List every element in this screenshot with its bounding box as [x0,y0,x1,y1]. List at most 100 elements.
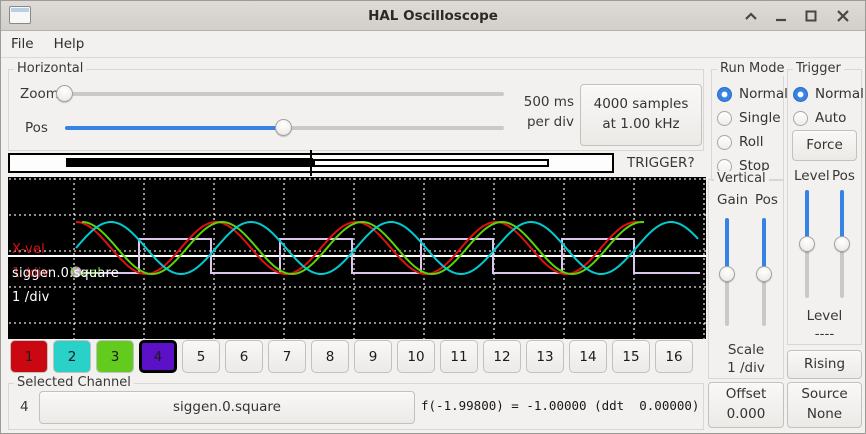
radio-selected-icon [717,87,732,102]
trigger-level-caption: Level [788,308,861,324]
channel-button-15[interactable]: 15 [612,340,650,373]
titlebar: HAL Oscilloscope [1,1,865,31]
maximize-icon [805,10,817,22]
vertical-gain-label: Gain [717,192,748,208]
scope-channel-label-red: X-vel [12,242,45,257]
trigger-auto-label: Auto [815,110,846,126]
trigger-pos-slider[interactable] [833,188,851,300]
vertical-group: Vertical Gain Pos Scale 1 /div [708,179,784,379]
vertical-group-label: Vertical [714,171,769,186]
channel-button-8[interactable]: 8 [311,340,349,373]
channel-button-1[interactable]: 1 [10,340,48,373]
horizontal-pos-slider[interactable] [65,119,504,137]
channel-button-12[interactable]: 12 [483,340,521,373]
channel-value-readout: f(-1.99800) = -1.00000 (ddt 0.00000) [421,398,699,413]
record-filled-segment [66,158,313,167]
channel-button-4[interactable]: 4 [139,340,177,373]
selected-channel-group: Selected Channel 4 siggen.0.square f(-1.… [8,383,704,430]
zoom-slider-track[interactable] [56,92,504,96]
scope-display[interactable]: X-vel 1 /div Y-vel siggen.0.square 1 /di… [8,177,706,339]
channel-button-14[interactable]: 14 [569,340,607,373]
horizontal-zoom-slider[interactable] [56,85,504,103]
channel-button-3[interactable]: 3 [96,340,134,373]
trigger-normal-label: Normal [815,86,864,102]
vertical-gain-handle[interactable] [719,266,735,282]
scope-selected-channel-scale: 1 /div [12,290,50,305]
trigger-edge-button[interactable]: Rising [787,350,862,379]
rising-button-label: Rising [804,355,845,375]
trigger-question-label: TRIGGER? [627,155,695,171]
hal-oscilloscope-window: HAL Oscilloscope File Help Horizontal Zo… [0,0,866,434]
force-trigger-button[interactable]: Force [792,130,857,161]
source-button-line1: Source [801,385,847,405]
radio-selected-icon [793,87,808,102]
runmode-radio-roll[interactable]: Roll [717,132,764,152]
run-mode-group-label: Run Mode [717,61,787,76]
unshade-button[interactable] [739,4,763,28]
vertical-pos-label: Pos [755,192,778,208]
vertical-scale-value: 1 /div [709,360,783,376]
offset-button-line2: 0.000 [727,405,766,425]
minimize-button[interactable] [769,4,793,28]
close-button[interactable] [831,4,855,28]
trigger-radio-auto[interactable]: Auto [793,108,846,128]
close-icon [837,10,849,22]
scope-selected-channel-label: siggen.0.square [12,266,119,281]
force-button-label: Force [806,136,843,156]
runmode-roll-label: Roll [739,134,764,150]
minimize-icon [775,10,787,22]
maximize-button[interactable] [799,4,823,28]
radio-icon [717,135,732,150]
samples-button[interactable]: 4000 samples at 1.00 kHz [580,84,702,146]
pos-slider-label: Pos [25,120,48,136]
radio-icon [793,111,808,126]
trigger-group-label: Trigger [793,61,844,76]
channel-button-5[interactable]: 5 [182,340,220,373]
channel-button-16[interactable]: 16 [655,340,693,373]
menu-file[interactable]: File [1,32,44,56]
trigger-level-value: ---- [788,326,861,342]
horizontal-group-label: Horizontal [14,61,86,76]
offset-button-line1: Offset [726,385,767,405]
channel-button-7[interactable]: 7 [268,340,306,373]
trigger-group: Trigger Normal Auto Force Level Pos Leve… [787,69,862,345]
selected-channel-group-label: Selected Channel [14,375,134,390]
runmode-single-label: Single [739,110,781,126]
channel-source-button[interactable]: siggen.0.square [39,391,415,424]
channel-button-9[interactable]: 9 [354,340,392,373]
vertical-gain-slider[interactable] [718,216,736,328]
channel-button-11[interactable]: 11 [440,340,478,373]
radio-icon [717,111,732,126]
channel-button-6[interactable]: 6 [225,340,263,373]
trigger-level-slider[interactable] [798,188,816,300]
scope-canvas-svg [8,177,706,339]
pos-slider-fill [65,126,284,130]
zoom-slider-handle[interactable] [56,85,73,102]
channel-button-10[interactable]: 10 [397,340,435,373]
channel-button-2[interactable]: 2 [53,340,91,373]
window-title: HAL Oscilloscope [1,8,865,24]
vertical-pos-slider[interactable] [755,216,773,328]
trigger-level-handle[interactable] [799,236,815,252]
pos-slider-handle[interactable] [275,119,292,136]
channel-row: 12345678910111213141516 [10,340,693,373]
trigger-pos-column-label: Pos [832,168,855,184]
samples-line2: at 1.00 kHz [602,115,679,135]
vertical-offset-button[interactable]: Offset 0.000 [708,382,784,428]
channel-source-label: siggen.0.square [173,398,281,418]
trigger-radio-normal[interactable]: Normal [793,84,864,104]
trigger-pos-handle[interactable] [834,236,850,252]
runmode-radio-single[interactable]: Single [717,108,781,128]
samples-line1: 4000 samples [594,95,689,115]
timebase-value-line2: per div [512,114,574,130]
vertical-pos-handle[interactable] [756,266,772,282]
trigger-source-button[interactable]: Source None [787,382,862,428]
trigger-position-marker[interactable] [310,150,312,176]
selected-channel-number: 4 [20,399,29,415]
record-pending-segment [313,159,549,167]
trigger-level-column-label: Level [794,168,830,184]
runmode-radio-normal[interactable]: Normal [717,84,788,104]
zoom-slider-label: Zoom [20,86,59,102]
menu-help[interactable]: Help [44,32,95,56]
channel-button-13[interactable]: 13 [526,340,564,373]
